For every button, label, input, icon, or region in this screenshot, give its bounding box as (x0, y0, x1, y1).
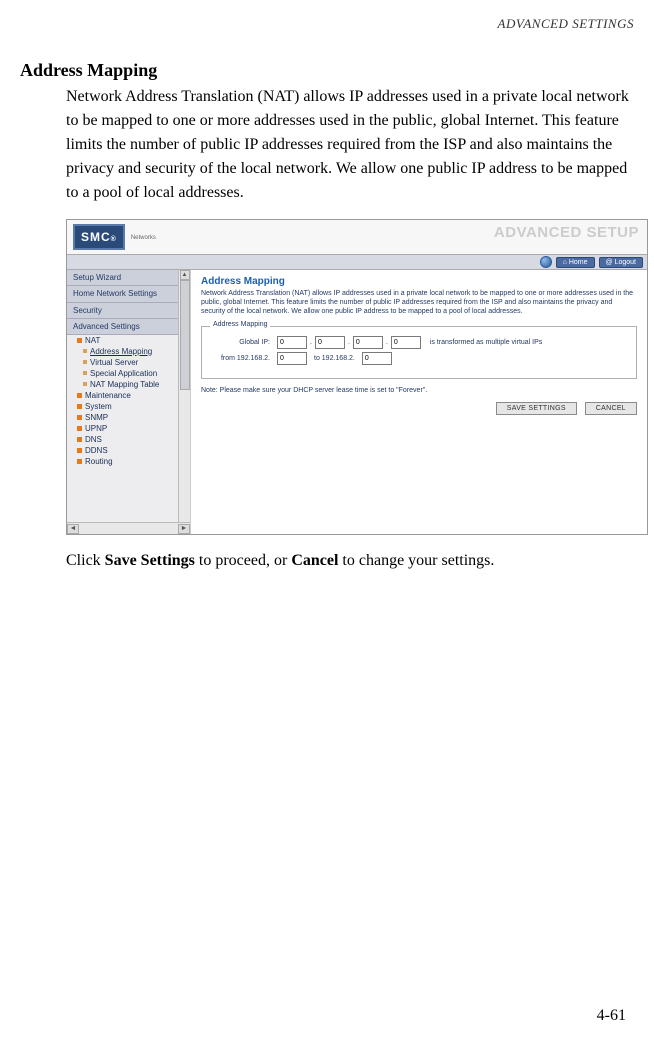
home-button-label: Home (569, 259, 588, 266)
closing-save-bold: Save Settings (105, 552, 195, 569)
sidebar-item-label: Virtual Server (90, 358, 138, 367)
dot-separator: . (386, 339, 388, 346)
sidebar-item-label: Address Mapping (90, 347, 152, 356)
bullet-icon (77, 404, 82, 409)
bullet-icon (77, 415, 82, 420)
sidebar-scrollbar-horizontal[interactable]: ◄ ► (67, 522, 190, 534)
sidebar-item-upnp[interactable]: UPNP (67, 423, 190, 434)
sidebar-item-label: Special Application (90, 369, 157, 378)
closing-text-post: to change your settings. (338, 552, 494, 569)
bullet-icon (77, 338, 82, 343)
sidebar-item-snmp[interactable]: SNMP (67, 412, 190, 423)
cancel-button[interactable]: CANCEL (585, 402, 637, 415)
main-panel: Address Mapping Network Address Translat… (191, 270, 647, 534)
ip-range-to-label: to 192.168.2. (314, 355, 355, 362)
panel-title: Address Mapping (201, 276, 637, 287)
ip-range-from-label: from 192.168.2. (210, 355, 274, 362)
screenshot-body: Setup Wizard Home Network Settings Secur… (67, 270, 647, 534)
bullet-icon (77, 393, 82, 398)
global-ip-label: Global IP: (210, 339, 274, 346)
bullet-icon (83, 371, 87, 375)
sidebar-item-security[interactable]: Security (67, 303, 190, 319)
scroll-thumb[interactable] (180, 280, 190, 390)
sidebar-item-label: Routing (85, 457, 113, 466)
bullet-icon (83, 349, 87, 353)
global-ip-octet-3[interactable] (353, 336, 383, 349)
sidebar-item-label: DDNS (85, 446, 108, 455)
sidebar-item-address-mapping[interactable]: Address Mapping (67, 346, 190, 357)
logo-reg: ® (111, 236, 117, 243)
logo-subtext: Networks (131, 235, 156, 241)
page-header: ADVANCED SETTINGS (20, 16, 634, 32)
sidebar-item-nat[interactable]: NAT (67, 335, 190, 346)
sidebar-item-maintenance[interactable]: Maintenance (67, 390, 190, 401)
sidebar-item-label: NAT (85, 336, 100, 345)
sidebar-item-label: Maintenance (85, 391, 131, 400)
button-row: SAVE SETTINGS CANCEL (201, 402, 637, 415)
bullet-icon (77, 448, 82, 453)
sidebar-scrollbar-vertical[interactable]: ▲ (178, 270, 190, 522)
bullet-icon (77, 426, 82, 431)
sidebar-item-label: System (85, 402, 112, 411)
ip-range-from-input[interactable] (277, 352, 307, 365)
sidebar-item-ddns[interactable]: DDNS (67, 445, 190, 456)
scroll-right-icon[interactable]: ► (178, 524, 190, 534)
screenshot-topbar: SMC® Networks ADVANCED SETUP (67, 220, 647, 254)
scroll-up-icon[interactable]: ▲ (180, 270, 190, 280)
logout-button-label: Logout (615, 259, 636, 266)
closing-text-pre: Click (66, 552, 105, 569)
sidebar-item-home-network[interactable]: Home Network Settings (67, 286, 190, 303)
dot-separator: . (348, 339, 350, 346)
closing-text-mid: to proceed, or (195, 552, 291, 569)
global-ip-row: Global IP: . . . is transformed as multi… (210, 336, 628, 349)
embedded-screenshot: SMC® Networks ADVANCED SETUP ⌂ Home @ Lo… (66, 219, 648, 535)
global-ip-octet-2[interactable] (315, 336, 345, 349)
sidebar-item-setup-wizard[interactable]: Setup Wizard (67, 270, 190, 286)
bullet-icon (77, 459, 82, 464)
sidebar: Setup Wizard Home Network Settings Secur… (67, 270, 191, 534)
sidebar-item-dns[interactable]: DNS (67, 434, 190, 445)
sidebar-item-special-application[interactable]: Special Application (67, 368, 190, 379)
global-ip-tail-text: is transformed as multiple virtual IPs (430, 339, 542, 346)
address-mapping-fieldset: Address Mapping Global IP: . . . is tran… (201, 326, 637, 379)
page-number: 4-61 (597, 1007, 626, 1025)
sidebar-item-advanced-settings[interactable]: Advanced Settings (67, 319, 190, 335)
sidebar-item-routing[interactable]: Routing (67, 456, 190, 467)
logo-text: SMC (81, 230, 111, 244)
ip-range-row: from 192.168.2. to 192.168.2. (210, 352, 628, 365)
scroll-left-icon[interactable]: ◄ (67, 524, 79, 534)
global-ip-octet-1[interactable] (277, 336, 307, 349)
dhcp-note: Note: Please make sure your DHCP server … (201, 387, 637, 394)
logout-button[interactable]: @ Logout (599, 257, 643, 268)
ip-range-to-input[interactable] (362, 352, 392, 365)
sidebar-item-nat-mapping-table[interactable]: NAT Mapping Table (67, 379, 190, 390)
advanced-setup-label: ADVANCED SETUP (494, 224, 639, 241)
global-ip-octet-4[interactable] (391, 336, 421, 349)
fieldset-legend: Address Mapping (210, 321, 270, 328)
section-title: Address Mapping (20, 60, 634, 81)
screenshot-utilbar: ⌂ Home @ Logout (67, 254, 647, 270)
bullet-icon (83, 360, 87, 364)
sidebar-item-label: DNS (85, 435, 102, 444)
closing-paragraph: Click Save Settings to proceed, or Cance… (66, 549, 634, 573)
logo: SMC® (73, 224, 125, 250)
save-settings-button[interactable]: SAVE SETTINGS (496, 402, 577, 415)
sidebar-item-label: UPNP (85, 424, 107, 433)
globe-icon (540, 256, 552, 268)
sidebar-item-system[interactable]: System (67, 401, 190, 412)
dot-separator: . (310, 339, 312, 346)
panel-description: Network Address Translation (NAT) allows… (201, 290, 637, 316)
bullet-icon (77, 437, 82, 442)
home-button[interactable]: ⌂ Home (556, 257, 595, 268)
intro-paragraph: Network Address Translation (NAT) allows… (66, 85, 634, 205)
sidebar-item-virtual-server[interactable]: Virtual Server (67, 357, 190, 368)
closing-cancel-bold: Cancel (291, 552, 338, 569)
bullet-icon (83, 382, 87, 386)
sidebar-item-label: SNMP (85, 413, 108, 422)
sidebar-item-label: NAT Mapping Table (90, 380, 159, 389)
